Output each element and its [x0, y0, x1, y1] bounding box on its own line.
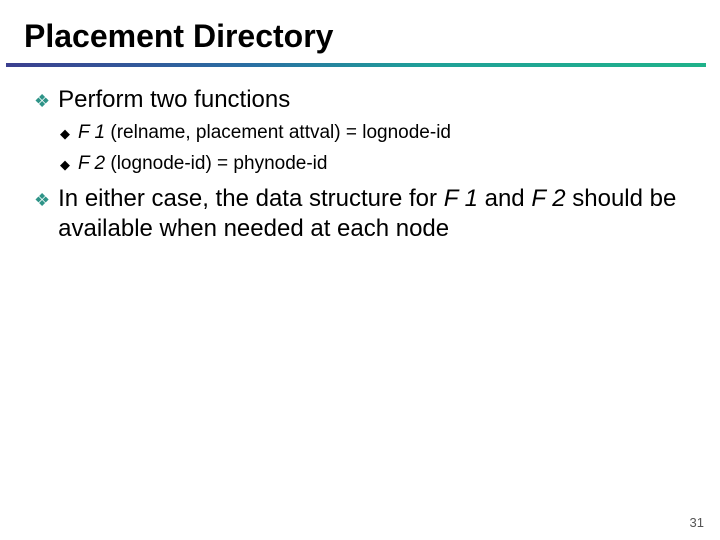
diamond-bullet-icon: ❖: [34, 90, 50, 113]
diamond-solid-icon: ◆: [60, 157, 70, 174]
bullet-level1: ❖ Perform two functions: [34, 85, 680, 115]
diamond-bullet-icon: ❖: [34, 189, 50, 212]
subbullet-rest: (lognode-id) = phynode-id: [105, 153, 327, 174]
subbullet-text: F 1 (relname, placement attval) = lognod…: [78, 121, 451, 146]
diamond-solid-icon: ◆: [60, 126, 70, 143]
slide-body: ❖ Perform two functions ◆ F 1 (relname, …: [0, 85, 720, 244]
subbullet-rest: (relname, placement attval) = lognode-id: [105, 122, 451, 143]
title-underline: [6, 63, 706, 67]
bullet-text-part: In either case, the data structure for: [58, 185, 444, 212]
page-number: 31: [690, 515, 704, 530]
bullet-text: Perform two functions: [58, 85, 290, 115]
function-var: F 1: [78, 122, 105, 143]
function-var: F 1: [444, 185, 478, 212]
bullet-level2: ◆ F 1 (relname, placement attval) = logn…: [60, 121, 680, 146]
subbullet-text: F 2 (lognode-id) = phynode-id: [78, 152, 327, 177]
bullet-level2: ◆ F 2 (lognode-id) = phynode-id: [60, 152, 680, 177]
slide-title: Placement Directory: [0, 0, 720, 61]
slide: { "title": "Placement Directory", "bulle…: [0, 0, 720, 540]
function-var: F 2: [78, 153, 105, 174]
bullet-level1: ❖ In either case, the data structure for…: [34, 184, 680, 244]
bullet-text-part: and: [478, 185, 531, 212]
bullet-text: In either case, the data structure for F…: [58, 184, 680, 244]
function-var: F 2: [531, 185, 565, 212]
